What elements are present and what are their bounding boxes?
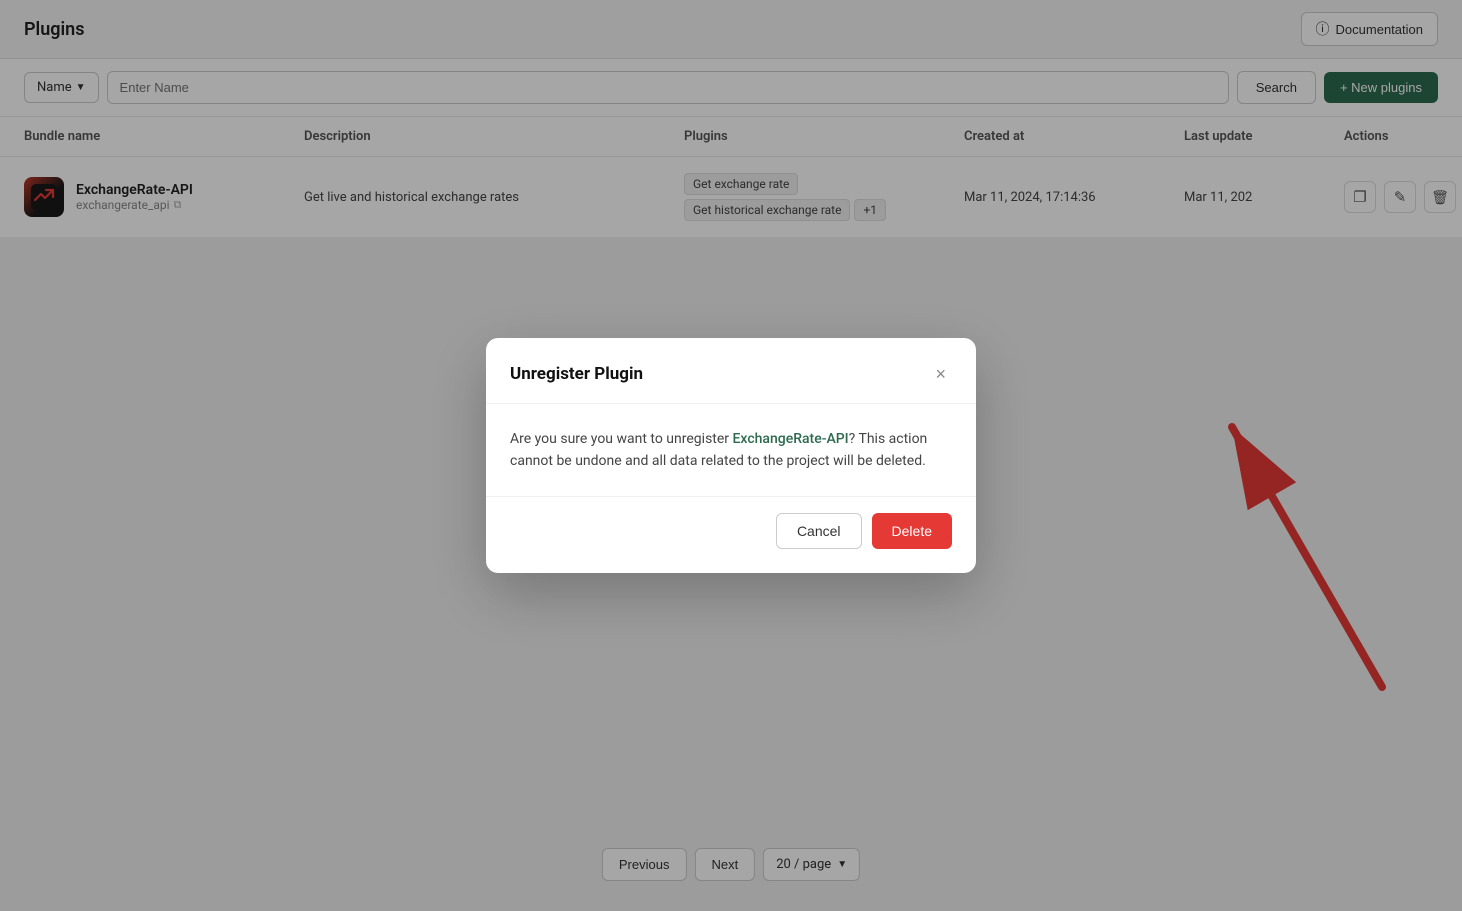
modal-footer: Cancel Delete — [486, 496, 976, 573]
cancel-button[interactable]: Cancel — [776, 513, 862, 549]
body-prefix: Are you sure you want to unregister — [510, 431, 733, 447]
modal-body: Are you sure you want to unregister Exch… — [486, 404, 976, 497]
modal-overlay[interactable]: Unregister Plugin × Are you sure you wan… — [0, 0, 1462, 911]
modal-header: Unregister Plugin × — [486, 338, 976, 404]
unregister-modal: Unregister Plugin × Are you sure you wan… — [486, 338, 976, 574]
modal-close-button[interactable]: × — [929, 362, 952, 387]
modal-plugin-name: ExchangeRate-API — [733, 431, 849, 447]
modal-body-text: Are you sure you want to unregister Exch… — [510, 428, 952, 473]
modal-title: Unregister Plugin — [510, 364, 643, 384]
confirm-delete-button[interactable]: Delete — [872, 513, 952, 549]
